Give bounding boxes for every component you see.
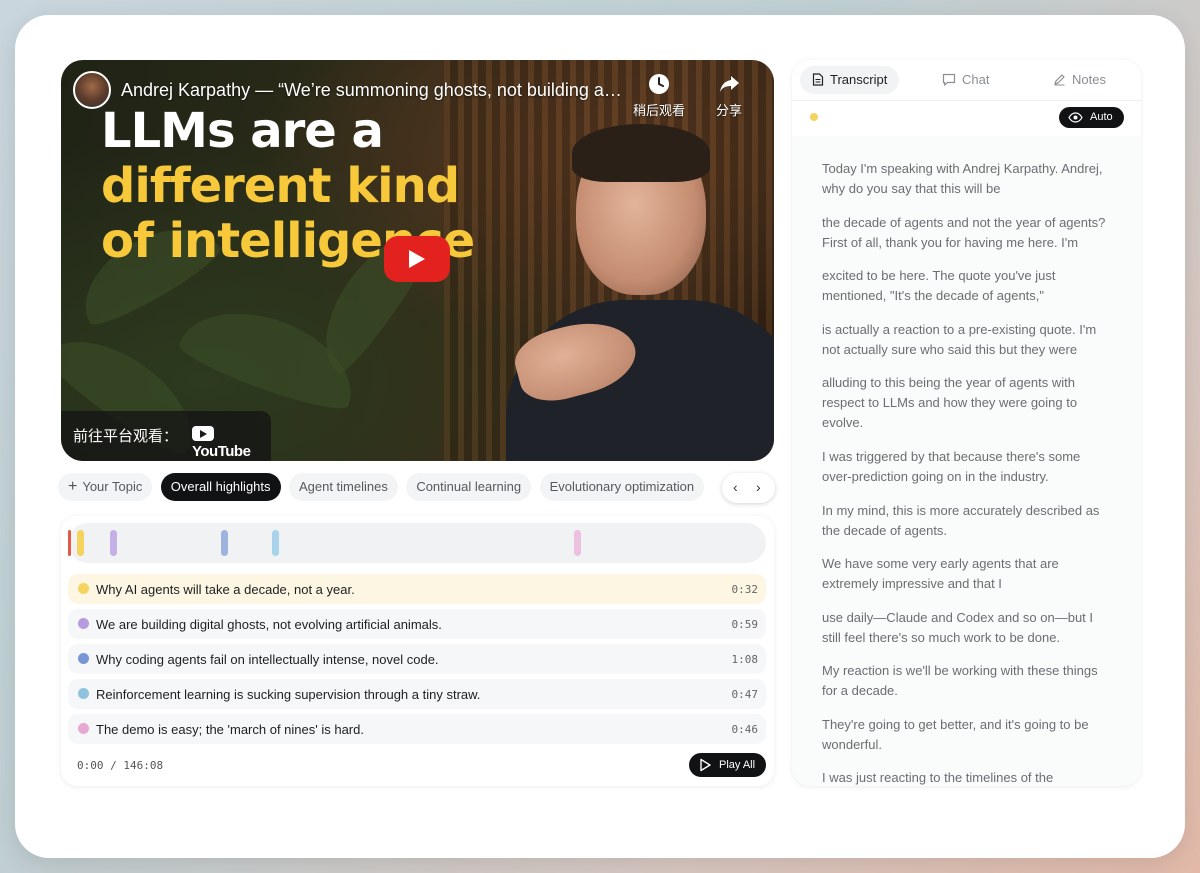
video-title[interactable]: Andrej Karpathy — “We’re summoning ghost… [121,80,626,101]
auto-label: Auto [1090,111,1113,123]
highlight-text: Why AI agents will take a decade, not a … [96,582,355,597]
highlight-row[interactable]: The demo is easy; the 'march of nines' i… [68,714,766,744]
play-button[interactable] [384,236,450,282]
highlight-time: 0:32 [731,583,759,596]
transcript-paragraph[interactable]: I was triggered by that because there's … [822,447,1112,487]
headline-line-2: different kind [101,158,460,214]
tab-chat[interactable]: Chat [930,66,1001,94]
side-panel: Transcript Chat Notes Auto Today I'm spe… [792,60,1141,786]
headline-line-1: LLMs are a [101,103,384,159]
transcript-paragraph[interactable]: is actually a reaction to a pre-existing… [822,320,1112,360]
share-button[interactable]: 分享 [701,72,757,119]
add-topic-chip[interactable]: + Your Topic [58,473,153,501]
transcript-paragraph[interactable]: My reaction is we'll be working with the… [822,661,1112,701]
transcript-paragraph[interactable]: excited to be here. The quote you've jus… [822,266,1112,306]
highlight-text: The demo is easy; the 'march of nines' i… [96,722,364,737]
timeline-marker[interactable] [272,530,279,556]
transcript-paragraph[interactable]: alluding to this being the year of agent… [822,373,1112,433]
transcript-paragraph[interactable]: Today I'm speaking with Andrej Karpathy.… [822,159,1112,199]
document-icon [812,73,824,86]
timeline-marker[interactable] [110,530,117,556]
transcript-paragraph[interactable]: I was just reacting to the timelines of … [822,768,1112,786]
tab-label: Notes [1072,72,1106,87]
add-topic-label: Your Topic [82,479,143,494]
watch-on-youtube-bar[interactable]: 前往平台观看： YouTube [61,411,271,461]
share-label: 分享 [715,103,742,118]
topic-chip-continual-learning[interactable]: Continual learning [406,473,532,501]
highlight-text: We are building digital ghosts, not evol… [96,617,442,632]
watch-on-label: 前往平台观看： [73,428,179,445]
watch-later-label: 稍后观看 [632,103,685,118]
playback-progress: 0:00 / 146:08 [77,759,164,772]
youtube-play-icon [192,426,214,441]
highlight-dot [78,723,89,734]
pencil-icon [1054,74,1065,86]
speaker-figure [506,124,774,461]
youtube-logo: YouTube [192,426,271,460]
tab-label: Chat [962,72,990,87]
topic-chip-evolutionary-optimization[interactable]: Evolutionary optimization [539,473,705,501]
eye-icon [1068,112,1083,123]
highlight-time: 0:47 [731,688,759,701]
highlight-text: Reinforcement learning is sucking superv… [96,687,481,702]
highlight-dot [78,688,89,699]
play-all-button[interactable]: Play All [689,753,766,777]
transcript-list: Today I'm speaking with Andrej Karpathy.… [792,136,1141,786]
play-all-label: Play All [719,759,756,771]
timeline-marker[interactable] [574,530,581,556]
chat-bubble-icon [942,73,956,86]
play-icon [409,250,425,268]
topic-chip-overall-highlights[interactable]: Overall highlights [160,473,281,501]
status-dot [810,113,818,121]
auto-scroll-toggle[interactable]: Auto [1059,107,1124,128]
highlight-timeline[interactable] [68,523,766,563]
youtube-wordmark: YouTube [192,443,251,460]
chevron-left-icon[interactable]: ‹ [733,479,738,495]
topic-chip-row: + Your Topic Overall highlights Agent tim… [58,473,706,503]
chevron-right-icon[interactable]: › [756,479,761,495]
watch-later-button[interactable]: 稍后观看 [631,72,687,119]
highlight-time: 0:59 [731,618,759,631]
highlight-row[interactable]: Why AI agents will take a decade, not a … [68,574,766,604]
tab-notes[interactable]: Notes [1041,66,1118,94]
timeline-marker[interactable] [221,530,228,556]
tab-divider [792,100,1141,101]
video-player[interactable]: Andrej Karpathy — “We’re summoning ghost… [61,60,774,461]
highlight-dot [78,618,89,629]
highlight-time: 0:46 [731,723,759,736]
highlight-text: Why coding agents fail on intellectually… [96,652,439,667]
chip-scroll-controls: ‹ › [722,473,775,503]
highlight-row[interactable]: Reinforcement learning is sucking superv… [68,679,766,709]
tab-label: Transcript [830,72,888,87]
clock-icon [631,72,687,98]
transcript-paragraph[interactable]: use daily—Claude and Codex and so on—but… [822,608,1112,648]
transcript-paragraph[interactable]: We have some very early agents that are … [822,554,1112,594]
highlight-time: 1:08 [731,653,759,666]
transcript-paragraph[interactable]: In my mind, this is more accurately desc… [822,501,1112,541]
tab-transcript[interactable]: Transcript [800,66,900,94]
highlight-row[interactable]: We are building digital ghosts, not evol… [68,609,766,639]
playhead-marker[interactable] [68,530,71,556]
share-arrow-icon [701,72,757,98]
highlight-row[interactable]: Why coding agents fail on intellectually… [68,644,766,674]
topic-chip-agent-timelines[interactable]: Agent timelines [288,473,398,501]
transcript-paragraph[interactable]: the decade of agents and not the year of… [822,213,1112,253]
highlight-dot [78,583,89,594]
play-outline-icon [700,758,711,772]
transcript-paragraph[interactable]: They're going to get better, and it's go… [822,715,1112,755]
highlight-dot [78,653,89,664]
plus-icon: + [68,478,78,495]
timeline-marker[interactable] [77,530,84,556]
